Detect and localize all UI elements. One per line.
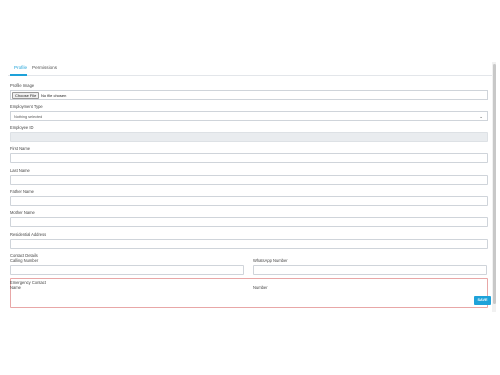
form-scrollbar[interactable] [492, 62, 496, 312]
employment-type-select[interactable]: Nothing selected ⌄ [10, 111, 488, 121]
emergency-number-label: Number [253, 285, 268, 290]
whatsapp-number-input[interactable] [253, 265, 487, 275]
tab-bar: Profile Permissions [8, 62, 492, 76]
father-name-label: Father Name [10, 189, 34, 194]
first-name-input[interactable] [10, 153, 488, 163]
residential-address-input[interactable] [10, 239, 488, 249]
scrollbar-thumb[interactable] [492, 64, 496, 304]
tab-permissions[interactable]: Permissions [32, 65, 57, 70]
employee-id-label: Employee ID [10, 125, 34, 130]
calling-number-label: Calling Number [10, 258, 39, 263]
tab-profile[interactable]: Profile [14, 65, 27, 70]
employee-id-input[interactable] [10, 132, 488, 142]
profile-form: Profile Image Choose File No file chosen… [8, 78, 492, 311]
active-tab-indicator [10, 74, 27, 76]
residential-address-label: Residential Address [10, 232, 47, 237]
first-name-label: First Name [10, 146, 31, 151]
father-name-input[interactable] [10, 196, 488, 206]
profile-image-label: Profile Image [10, 83, 35, 88]
emergency-contact-section [10, 278, 488, 308]
choose-file-button[interactable]: Choose File [12, 92, 40, 99]
calling-number-input[interactable] [10, 265, 244, 275]
emergency-name-label: Name [10, 285, 21, 290]
chevron-down-icon: ⌄ [479, 114, 483, 119]
last-name-label: Last Name [10, 168, 30, 173]
profile-image-field: Choose File No file chosen [10, 90, 488, 100]
mother-name-label: Mother Name [10, 210, 35, 215]
employment-type-value: Nothing selected [14, 114, 43, 119]
file-status: No file chosen [41, 92, 67, 98]
save-button[interactable]: SAVE [474, 296, 491, 305]
last-name-input[interactable] [10, 175, 488, 185]
employment-type-label: Employment Type [10, 104, 43, 109]
whatsapp-number-label: WhatsApp Number [253, 258, 288, 263]
mother-name-input[interactable] [10, 217, 488, 227]
